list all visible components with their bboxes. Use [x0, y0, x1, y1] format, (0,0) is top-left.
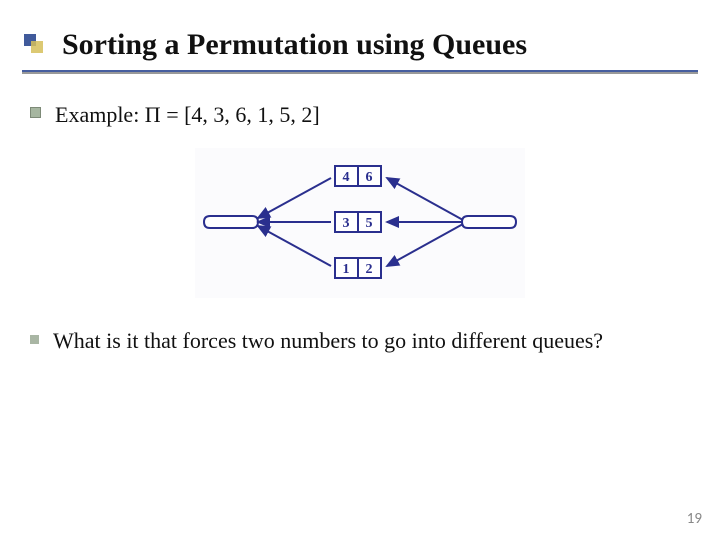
slide: Sorting a Permutation using Queues Examp…	[0, 0, 720, 540]
page-number: 19	[687, 510, 702, 528]
slide-title: Sorting a Permutation using Queues	[62, 28, 696, 62]
q3a: 1	[343, 262, 350, 277]
q3b: 2	[366, 262, 373, 277]
queue-3: 1 2	[335, 258, 381, 278]
q1b: 6	[366, 170, 373, 185]
slide-body: Example: Π = [4, 3, 6, 1, 5, 2]	[30, 100, 690, 365]
bullet-text: Example: Π = [4, 3, 6, 1, 5, 2]	[55, 100, 320, 130]
bullet-question: What is it that forces two numbers to go…	[30, 326, 690, 356]
diagram-container: 4 6 3 5 1 2	[30, 148, 690, 298]
square-bullet-icon	[30, 335, 39, 344]
q2b: 5	[366, 216, 373, 231]
queue-1: 4 6	[335, 166, 381, 186]
q1a: 4	[343, 170, 350, 185]
q2a: 3	[343, 216, 350, 231]
title-underline	[22, 70, 698, 74]
square-bullet-icon	[30, 107, 41, 118]
queue-2: 3 5	[335, 212, 381, 232]
queue-diagram: 4 6 3 5 1 2	[195, 148, 525, 298]
title-bullet-icon	[24, 34, 42, 52]
bullet-text: What is it that forces two numbers to go…	[53, 326, 603, 356]
title-row: Sorting a Permutation using Queues	[24, 28, 696, 62]
bullet-example: Example: Π = [4, 3, 6, 1, 5, 2]	[30, 100, 690, 130]
